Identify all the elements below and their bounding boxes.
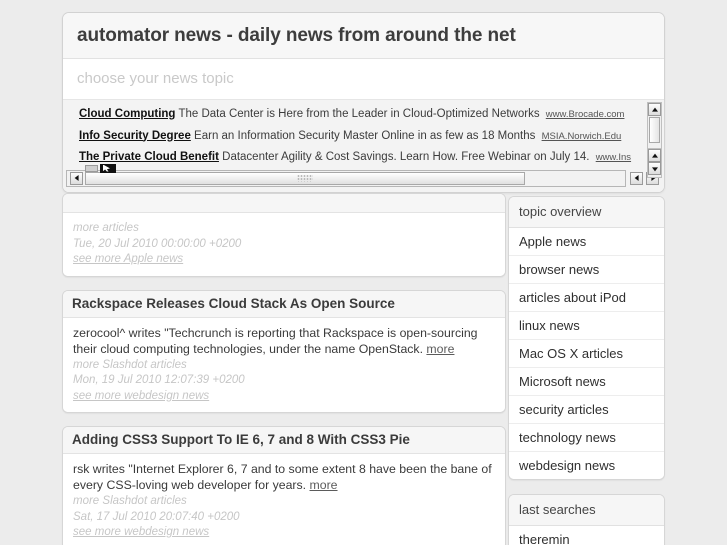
header-panel: automator news - daily news from around …	[62, 12, 665, 193]
article-summary: rsk writes "Internet Explorer 6, 7 and t…	[73, 462, 492, 492]
sidebar-item-technology-news[interactable]: technology news	[509, 424, 664, 452]
sidebar-item-security-articles[interactable]: security articles	[509, 396, 664, 424]
ads-inner-vertical-scrollbar[interactable]	[647, 148, 662, 178]
ad-item[interactable]: Info Security Degree Earn an Information…	[67, 126, 646, 148]
ads-viewport: Cloud Computing The Data Center is Here …	[67, 104, 646, 166]
article-card: Adding CSS3 Support To IE 6, 7 and 8 Wit…	[62, 426, 506, 545]
scroll-up-arrow-icon[interactable]	[648, 103, 661, 116]
article-title[interactable]	[63, 194, 505, 213]
ad-description: Datacenter Agility & Cost Savings. Learn…	[222, 151, 590, 163]
topic-overview-heading: topic overview	[509, 197, 664, 228]
horizontal-scroll-thumb[interactable]	[85, 163, 525, 185]
vertical-scroll-thumb[interactable]	[649, 117, 660, 143]
article-see-more-link[interactable]: see more webdesign news	[73, 389, 495, 404]
page-root: automator news - daily news from around …	[0, 0, 727, 545]
article-see-more-link[interactable]: see more webdesign news	[73, 525, 495, 540]
article-title[interactable]: Adding CSS3 Support To IE 6, 7 and 8 Wit…	[63, 427, 505, 454]
cursor-artifact-icon	[85, 163, 116, 173]
article-source: more Slashdot articles	[73, 495, 187, 507]
ad-url[interactable]: www.Ins	[596, 152, 631, 163]
article-source: more Slashdot articles	[73, 358, 187, 371]
ad-description: The Data Center is Here from the Leader …	[178, 108, 540, 120]
grip-icon	[297, 174, 313, 182]
sidebar-item-browser-news[interactable]: browser news	[509, 256, 664, 284]
ad-url[interactable]: MSIA.Norwich.Edu	[542, 131, 622, 142]
topic-overview-box: topic overview Apple news browser news a…	[508, 196, 665, 480]
article-source: more articles	[73, 222, 139, 234]
article-summary: zerocool^ writes "Techcrunch is reportin…	[73, 325, 478, 356]
article-date: Tue, 20 Jul 2010 00:00:00 +0200	[73, 237, 242, 250]
ad-url[interactable]: www.Brocade.com	[546, 109, 625, 120]
ad-title[interactable]: Cloud Computing	[79, 108, 175, 120]
article-body: more articles Tue, 20 Jul 2010 00:00:00 …	[63, 213, 505, 276]
horizontal-scroll-track[interactable]	[66, 163, 626, 187]
last-searches-heading: last searches	[509, 495, 664, 526]
article-text: zerocool^ writes "Techcrunch is reportin…	[73, 325, 495, 357]
article-more-link[interactable]: more	[426, 342, 454, 356]
sidebar-item-ipod-articles[interactable]: articles about iPod	[509, 284, 664, 312]
article-list: more articles Tue, 20 Jul 2010 00:00:00 …	[62, 193, 506, 545]
scroll-left-arrow-icon[interactable]	[70, 171, 83, 185]
ad-title[interactable]: Info Security Degree	[79, 130, 191, 142]
article-date: Sat, 17 Jul 2010 20:07:40 +0200	[73, 510, 240, 523]
article-see-more-link[interactable]: see more Apple news	[73, 252, 495, 267]
sidebar-item-macosx-articles[interactable]: Mac OS X articles	[509, 340, 664, 368]
ad-description: Earn an Information Security Master Onli…	[194, 129, 536, 142]
ad-item[interactable]: Cloud Computing The Data Center is Here …	[67, 104, 646, 126]
article-body: rsk writes "Internet Explorer 6, 7 and t…	[63, 454, 505, 545]
article-title[interactable]: Rackspace Releases Cloud Stack As Open S…	[63, 290, 505, 318]
topic-search-input[interactable]	[63, 59, 664, 100]
ad-item[interactable]: The Private Cloud Benefit Datacenter Agi…	[67, 147, 646, 166]
article-body: zerocool^ writes "Techcrunch is reportin…	[63, 317, 505, 412]
inner-scroll-up-arrow-icon[interactable]	[648, 149, 661, 162]
article-card: Rackspace Releases Cloud Stack As Open S…	[62, 289, 506, 413]
sidebar-item-webdesign-news[interactable]: webdesign news	[509, 452, 664, 479]
article-more-link[interactable]: more	[310, 478, 338, 492]
article-date: Mon, 19 Jul 2010 12:07:39 +0200	[73, 374, 245, 386]
sidebar-item-linux-news[interactable]: linux news	[509, 312, 664, 340]
last-searches-box: last searches theremin kara video ipod h…	[508, 494, 665, 545]
last-search-item-theremin[interactable]: theremin	[509, 526, 664, 545]
scroll-left-arrow-icon-2[interactable]	[630, 171, 643, 185]
inner-scroll-down-arrow-icon[interactable]	[648, 162, 661, 175]
article-text: rsk writes "Internet Explorer 6, 7 and t…	[73, 461, 495, 493]
sidebar-item-microsoft-news[interactable]: Microsoft news	[509, 368, 664, 396]
article-card: more articles Tue, 20 Jul 2010 00:00:00 …	[62, 193, 506, 277]
ads-horizontal-scrollbar[interactable]	[66, 163, 661, 188]
ad-title[interactable]: The Private Cloud Benefit	[79, 151, 219, 163]
sidebar: topic overview Apple news browser news a…	[508, 196, 665, 545]
sidebar-item-apple-news[interactable]: Apple news	[509, 228, 664, 256]
ads-region: Cloud Computing The Data Center is Here …	[63, 100, 664, 192]
page-title: automator news - daily news from around …	[63, 13, 664, 59]
